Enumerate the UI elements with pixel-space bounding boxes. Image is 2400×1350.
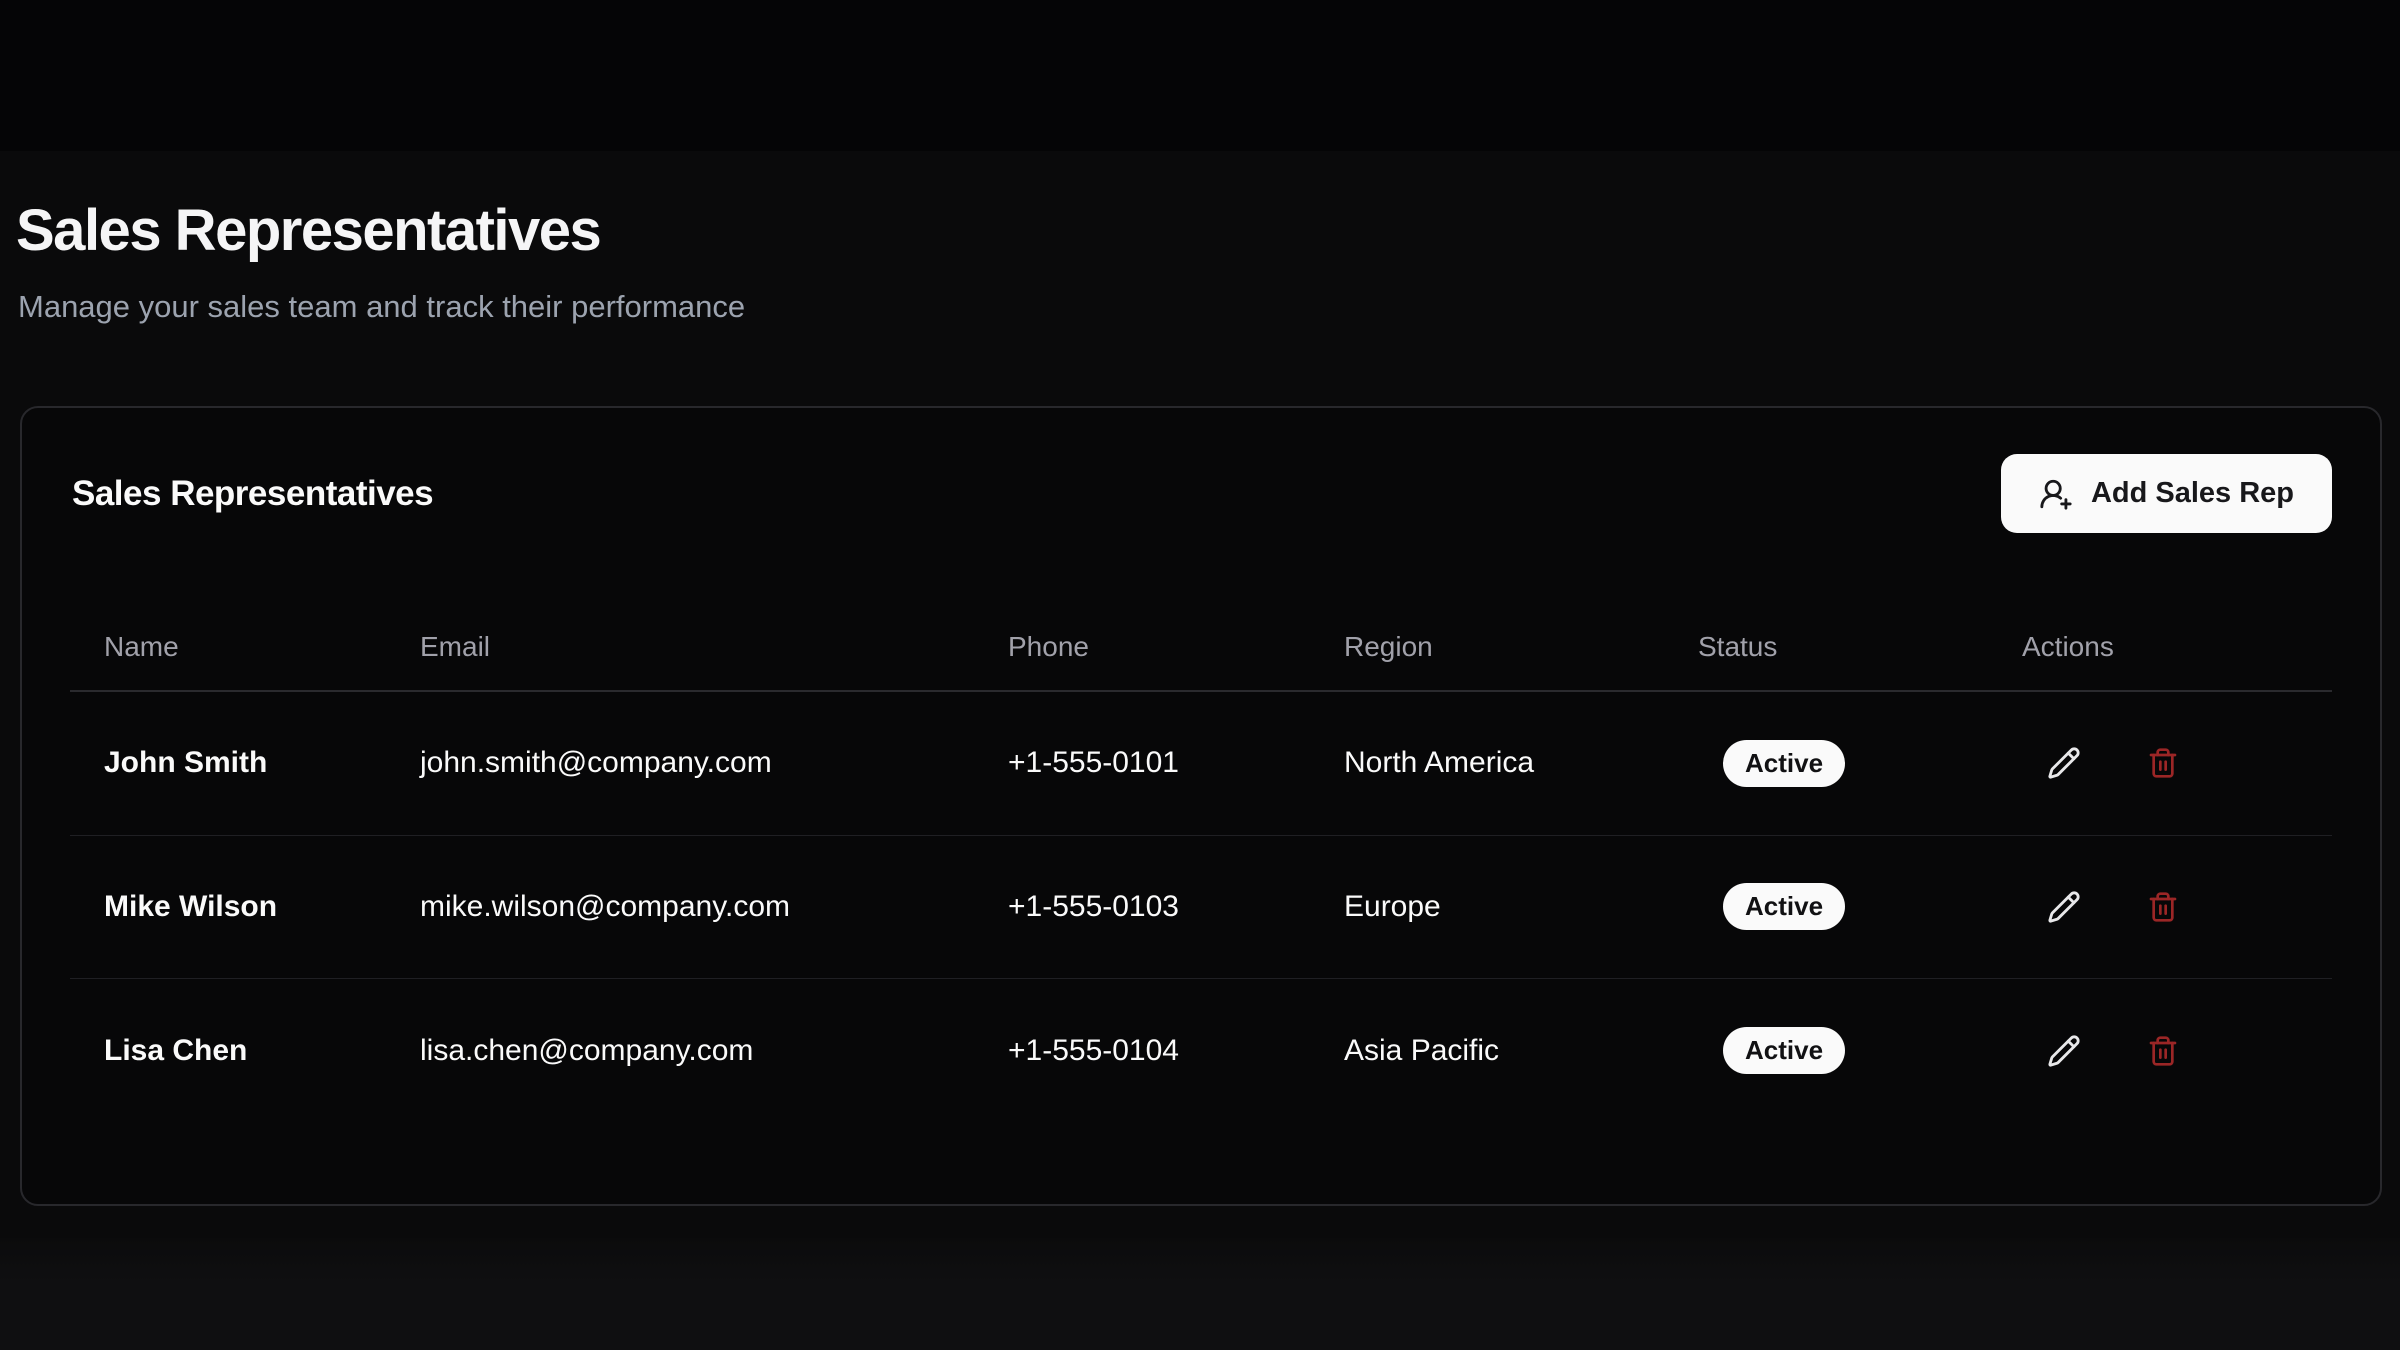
add-sales-rep-label: Add Sales Rep [2091, 477, 2294, 510]
cell-email: john.smith@company.com [386, 746, 974, 780]
pencil-icon [2047, 746, 2081, 780]
column-header-actions: Actions [1988, 630, 2332, 664]
top-chrome-band [0, 0, 2400, 151]
column-header-phone: Phone [974, 630, 1310, 664]
column-header-email: Email [386, 630, 974, 664]
sales-reps-table: Name Email Phone Region Status Actions J… [70, 533, 2332, 1123]
column-header-region: Region [1310, 630, 1664, 664]
table-header-row: Name Email Phone Region Status Actions [70, 533, 2332, 692]
sales-representatives-card: Sales Representatives Add Sales Rep Name… [20, 406, 2382, 1206]
page-title: Sales Representatives [16, 196, 600, 266]
table-row: Mike Wilson mike.wilson@company.com +1-5… [70, 836, 2332, 980]
status-badge: Active [1723, 740, 1845, 787]
cell-name: Lisa Chen [70, 1034, 386, 1068]
table-row: Lisa Chen lisa.chen@company.com +1-555-0… [70, 979, 2332, 1123]
cell-email: lisa.chen@company.com [386, 1034, 974, 1068]
cell-actions [1988, 1029, 2332, 1073]
delete-button[interactable] [2141, 741, 2185, 785]
cell-name: Mike Wilson [70, 890, 386, 924]
delete-button[interactable] [2141, 1029, 2185, 1073]
column-header-status: Status [1664, 630, 1988, 664]
cell-name: John Smith [70, 746, 386, 780]
pencil-icon [2047, 890, 2081, 924]
page-subtitle: Manage your sales team and track their p… [18, 288, 745, 327]
cell-email: mike.wilson@company.com [386, 890, 974, 924]
cell-actions [1988, 885, 2332, 929]
pencil-icon [2047, 1034, 2081, 1068]
cell-phone: +1-555-0103 [974, 890, 1310, 924]
card-header: Sales Representatives Add Sales Rep [22, 408, 2380, 533]
edit-button[interactable] [2042, 1029, 2086, 1073]
edit-button[interactable] [2042, 741, 2086, 785]
add-sales-rep-button[interactable]: Add Sales Rep [2001, 454, 2332, 533]
edit-button[interactable] [2042, 885, 2086, 929]
cell-phone: +1-555-0101 [974, 746, 1310, 780]
column-header-name: Name [70, 630, 386, 664]
footer-band [0, 1238, 2400, 1350]
trash-icon [2147, 747, 2179, 779]
table-row: John Smith john.smith@company.com +1-555… [70, 692, 2332, 836]
user-plus-icon [2039, 477, 2073, 511]
cell-region: Europe [1310, 890, 1664, 924]
trash-icon [2147, 891, 2179, 923]
status-badge: Active [1723, 883, 1845, 930]
cell-region: Asia Pacific [1310, 1034, 1664, 1068]
delete-button[interactable] [2141, 885, 2185, 929]
cell-phone: +1-555-0104 [974, 1034, 1310, 1068]
trash-icon [2147, 1035, 2179, 1067]
cell-region: North America [1310, 746, 1664, 780]
card-title: Sales Representatives [72, 474, 433, 514]
cell-actions [1988, 741, 2332, 785]
status-badge: Active [1723, 1027, 1845, 1074]
